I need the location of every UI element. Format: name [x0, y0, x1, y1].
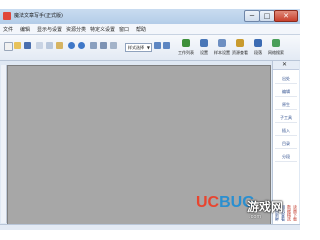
menu-display-settings[interactable]: 显示与设置 [37, 26, 62, 33]
book-icon [182, 39, 190, 47]
find-icon[interactable] [90, 42, 97, 49]
panel-item-segment[interactable]: 分段 [275, 153, 297, 162]
redo-icon[interactable] [78, 42, 85, 49]
gear-icon [200, 39, 208, 47]
watermark-logo-uc: UC [196, 194, 220, 211]
italic-icon[interactable] [163, 42, 170, 49]
bold-icon[interactable] [154, 42, 161, 49]
cut-icon[interactable] [36, 42, 43, 49]
style-combo[interactable]: 样式选择 ▼ [125, 43, 152, 52]
search-icon [272, 39, 280, 47]
toolbar: 样式选择 ▼ 工作列表 设置 样本设置 资源查看 段落 网络搜索 [0, 35, 300, 61]
web-search-label: 网络搜索 [268, 50, 284, 55]
vertical-word-4[interactable]: 读器下载 [293, 205, 298, 221]
panel-item-native[interactable]: 原生 [275, 101, 297, 110]
window-title: 魔法文章写手(正式版) [14, 13, 63, 19]
watermark-domain: .com [249, 214, 262, 220]
style-combo-value: 样式选择 [128, 45, 144, 50]
web-search-button[interactable]: 网络搜索 [268, 37, 284, 58]
paragraph-icon [254, 39, 262, 47]
app-icon [3, 12, 11, 20]
document-icon [218, 39, 226, 47]
status-bar [0, 224, 300, 230]
panel-item-insert[interactable]: 插入 [275, 127, 297, 136]
format-icon[interactable] [110, 42, 117, 49]
replace-icon[interactable] [100, 42, 107, 49]
panel-item-source[interactable]: 出处 [275, 75, 297, 84]
menu-window[interactable]: 窗口 [119, 26, 129, 33]
save-icon[interactable] [24, 42, 31, 49]
panel-header: ✕ [273, 61, 299, 70]
menu-resources[interactable]: 资源分类 [66, 26, 86, 33]
undo-icon[interactable] [68, 42, 75, 49]
menu-help[interactable]: 帮助 [136, 26, 146, 33]
app-window: 魔法文章写手(正式版) ─ □ ✕ 文件 编辑 显示与设置 资源分类 特定义设置… [0, 9, 300, 230]
paste-icon[interactable] [56, 42, 63, 49]
chevron-down-icon: ▼ [146, 45, 150, 50]
menu-bar: 文件 编辑 显示与设置 资源分类 特定义设置 窗口 帮助 [0, 24, 300, 35]
close-button[interactable]: ✕ [274, 10, 298, 22]
copy-icon[interactable] [46, 42, 53, 49]
title-bar: 魔法文章写手(正式版) ─ □ ✕ [0, 9, 300, 24]
watermark-site: 游戏网 [247, 200, 284, 214]
watermark-logo: UCBUG [196, 194, 255, 212]
folder-icon [236, 39, 244, 47]
menu-edit[interactable]: 编辑 [20, 26, 30, 33]
maximize-button[interactable]: □ [259, 10, 275, 22]
panel-item-subtool[interactable]: 子工具 [275, 114, 297, 123]
close-icon[interactable]: ✕ [282, 61, 287, 69]
menu-file[interactable]: 文件 [3, 26, 13, 33]
new-document-icon[interactable] [4, 42, 13, 51]
panel-item-edit[interactable]: 编辑 [275, 88, 297, 97]
minimize-button[interactable]: ─ [244, 10, 260, 22]
open-folder-icon[interactable] [14, 42, 21, 49]
panel-item-contents[interactable]: 目录 [275, 140, 297, 149]
menu-custom-settings[interactable]: 特定义设置 [90, 26, 115, 33]
